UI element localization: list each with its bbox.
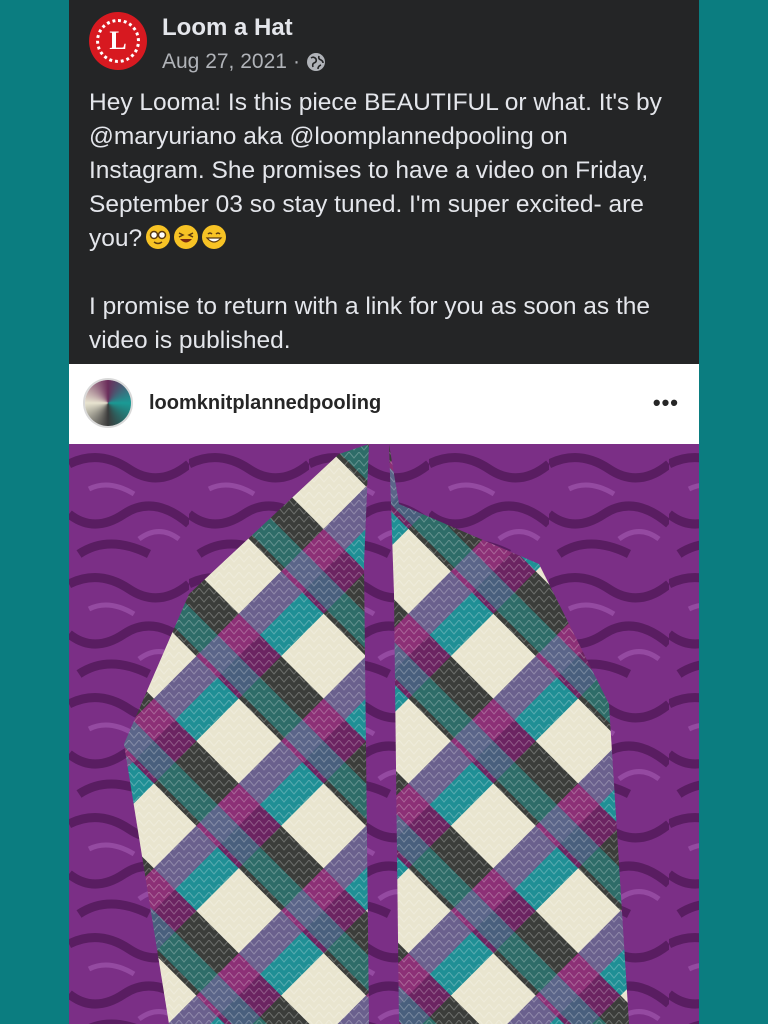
- nerd-face-emoji: [146, 225, 171, 249]
- post-paragraph: Hey Looma! Is this piece BEAUTIFUL or wh…: [89, 86, 689, 256]
- scarf-image: [69, 444, 699, 1024]
- post-paragraph-2: I promise to return with a link for you …: [89, 293, 651, 354]
- page-name[interactable]: Loom a Hat: [162, 14, 293, 42]
- facebook-post-card: L Loom a Hat Aug 27, 2021 · Hey Looma! I…: [69, 0, 699, 364]
- page-avatar[interactable]: L: [89, 12, 147, 70]
- meta-separator: ·: [292, 50, 300, 73]
- post-date[interactable]: Aug 27, 2021: [162, 50, 287, 74]
- more-options-icon[interactable]: •••: [653, 390, 679, 416]
- avatar-logo: L: [96, 19, 140, 63]
- instagram-username[interactable]: loomknitplannedpooling: [149, 392, 381, 415]
- instagram-avatar[interactable]: [85, 380, 131, 426]
- grinning-emoji: [202, 225, 227, 249]
- laughing-emoji: [174, 225, 199, 249]
- scarf-photo[interactable]: [69, 444, 699, 1024]
- post-meta: Aug 27, 2021 ·: [162, 50, 326, 74]
- instagram-embed-header: loomknitplannedpooling •••: [69, 364, 699, 444]
- post-body: Hey Looma! Is this piece BEAUTIFUL or wh…: [89, 86, 689, 358]
- globe-icon: [306, 52, 326, 72]
